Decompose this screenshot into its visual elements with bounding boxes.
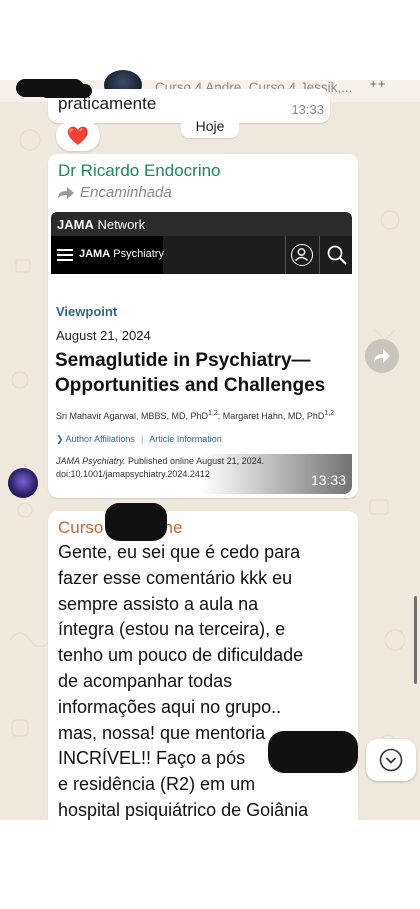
share-icon: [374, 349, 390, 363]
divider: [285, 236, 286, 274]
message-time: 13:33: [310, 472, 346, 488]
avatar[interactable]: [8, 468, 38, 498]
previous-message-text: praticamente: [58, 94, 157, 113]
article-date: August 21, 2024: [56, 328, 151, 343]
article-section: Viewpoint: [56, 304, 118, 319]
article-authors: Sri Mahavir Agarwal, MBBS, MD, PhD1,2; M…: [56, 410, 335, 421]
pin-icon[interactable]: ⁺⁺: [369, 77, 386, 97]
article-title: Semaglutide in Psychiatry— Opportunities…: [55, 350, 326, 396]
jama-psychiatry-logo: JAMA Psychiatry: [79, 248, 164, 260]
search-icon: [327, 245, 347, 265]
article-information-link: Article Information: [149, 434, 222, 444]
menu-icon: [57, 249, 73, 261]
redaction: [105, 503, 167, 541]
forwarded-label: Encaminhada: [58, 184, 172, 201]
link-preview-card[interactable]: JAMA Network JAMA Psychiatry Viewpoint A…: [51, 212, 352, 494]
share-button[interactable]: [365, 339, 399, 373]
forward-icon: [58, 187, 74, 199]
divider: [319, 236, 320, 274]
jama-network-logo: JAMA Network: [57, 217, 146, 232]
user-icon: [291, 244, 313, 266]
bottom-area: [0, 820, 420, 909]
forwarded-text: Encaminhada: [80, 184, 172, 201]
scroll-down-button[interactable]: [366, 739, 416, 781]
message-time: 13:33: [291, 102, 324, 117]
chevron-down-icon: [379, 748, 403, 772]
author-affiliations-link: ❯ Author Affiliations: [56, 434, 135, 444]
scrollbar[interactable]: [414, 596, 417, 684]
redaction: [268, 731, 358, 773]
sender-name[interactable]: Dr Ricardo Endocrino: [58, 161, 221, 181]
message-text: Gente, eu sei que é cedo para fazer esse…: [58, 542, 309, 820]
heart-reaction[interactable]: ❤️: [56, 121, 100, 151]
article-links: ❯ Author Affiliations | Article Informatio…: [56, 434, 222, 444]
date-divider: Hoje: [181, 115, 239, 138]
